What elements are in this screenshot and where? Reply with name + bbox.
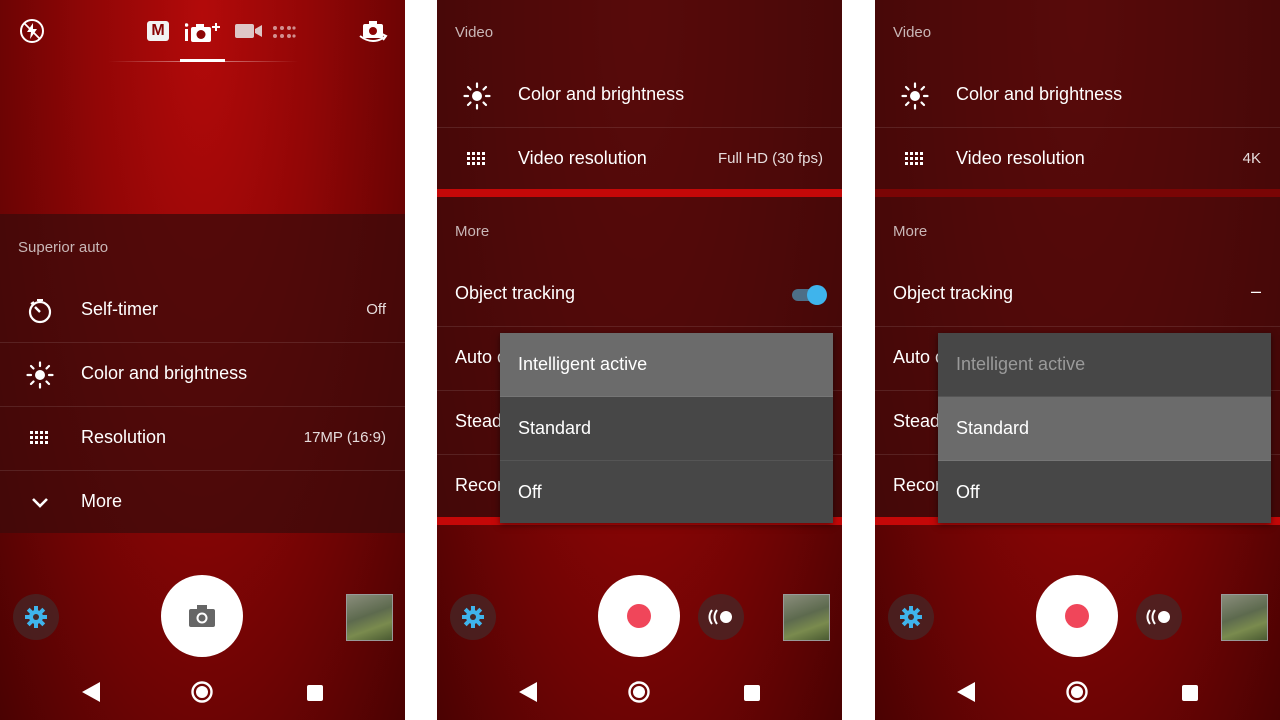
setting-label: More — [81, 491, 123, 511]
settings-sheet: Superior auto Self-timer Off Color and b… — [0, 214, 405, 533]
section-title-video: Video — [455, 24, 494, 41]
gear-icon — [900, 606, 922, 628]
setting-row-object-tracking[interactable]: Object tracking — [437, 262, 842, 327]
steadyshot-icon — [708, 609, 732, 625]
back-icon[interactable] — [955, 680, 977, 704]
setting-label: Stead — [455, 411, 503, 431]
object-tracking-toggle[interactable] — [790, 284, 828, 306]
setting-row-video-resolution[interactable]: Video resolution Full HD (30 fps) — [437, 127, 842, 191]
setting-value: – — [1250, 281, 1261, 301]
gear-icon — [25, 606, 47, 628]
active-mode-underline — [180, 59, 225, 62]
setting-label: Auto c — [893, 347, 945, 367]
brightness-icon — [26, 361, 54, 389]
setting-label: Self-timer — [81, 299, 159, 319]
superior-auto-camera-icon[interactable] — [185, 20, 223, 44]
home-icon[interactable] — [190, 680, 214, 704]
section-title-more: More — [455, 223, 490, 240]
setting-row-resolution[interactable]: Resolution 17MP (16:9) — [0, 406, 405, 471]
gallery-thumbnail[interactable] — [1221, 594, 1268, 641]
resolution-grid-icon — [30, 431, 48, 444]
video-mode-icon[interactable] — [235, 22, 263, 40]
steadyshot-icon — [1146, 609, 1170, 625]
photo-shutter-button[interactable] — [161, 575, 243, 657]
setting-row-object-tracking[interactable]: Object tracking – — [875, 262, 1280, 327]
setting-label: Auto c — [455, 347, 507, 367]
more-modes-icon[interactable] — [272, 24, 296, 40]
section-title: Superior auto — [18, 239, 109, 256]
video-settings-sheet: Video Color and brightness Video resolut… — [437, 0, 842, 189]
setting-label: Video resolution — [956, 148, 1085, 168]
section-divider — [437, 189, 842, 197]
setting-label: Color and brightness — [518, 84, 685, 104]
chevron-down-icon — [32, 498, 48, 508]
setting-label: Color and brightness — [956, 84, 1123, 104]
section-title-video: Video — [893, 24, 932, 41]
setting-row-video-resolution[interactable]: Video resolution 4K — [875, 127, 1280, 191]
resolution-grid-icon — [467, 152, 485, 165]
back-icon[interactable] — [517, 680, 539, 704]
record-button[interactable] — [598, 575, 680, 657]
gallery-thumbnail[interactable] — [346, 594, 393, 641]
setting-row-self-timer[interactable]: Self-timer Off — [0, 278, 405, 343]
camera-icon — [189, 605, 215, 627]
home-icon[interactable] — [627, 680, 651, 704]
option-off[interactable]: Off — [938, 461, 1271, 524]
brightness-icon — [463, 82, 491, 110]
recent-apps-icon[interactable] — [744, 685, 760, 701]
camera-panel-video-tracking-on: Video Color and brightness Video resolut… — [437, 0, 842, 720]
steadyshot-button[interactable] — [1136, 594, 1182, 640]
option-standard[interactable]: Standard — [500, 397, 833, 461]
setting-label: Stead — [893, 411, 941, 431]
camera-top-bar: M — [0, 0, 405, 66]
setting-value: Off — [366, 301, 386, 318]
gear-icon — [462, 606, 484, 628]
option-standard[interactable]: Standard — [938, 397, 1271, 461]
setting-row-more[interactable]: More — [0, 470, 405, 534]
setting-row-color-brightness[interactable]: Color and brightness — [437, 63, 842, 128]
gallery-thumbnail[interactable] — [783, 594, 830, 641]
self-timer-icon — [28, 299, 52, 324]
steadyshot-button[interactable] — [698, 594, 744, 640]
flash-off-icon[interactable] — [19, 18, 45, 44]
setting-row-color-brightness[interactable]: Color and brightness — [875, 63, 1280, 128]
setting-label: Resolution — [81, 427, 167, 447]
camera-panel-photo: M Superior auto Self-timer Off Color and… — [0, 0, 405, 720]
setting-value: 4K — [1242, 150, 1261, 167]
setting-value: 17MP (16:9) — [303, 429, 386, 446]
option-intelligent-active[interactable]: Intelligent active — [500, 333, 833, 397]
option-intelligent-active: Intelligent active — [938, 333, 1271, 397]
recent-apps-icon[interactable] — [1182, 685, 1198, 701]
setting-label: Video resolution — [518, 148, 647, 168]
section-title-more: More — [893, 223, 928, 240]
settings-button[interactable] — [450, 594, 496, 640]
manual-mode-icon[interactable]: M — [147, 21, 169, 41]
switch-camera-icon[interactable] — [358, 18, 388, 44]
brightness-icon — [901, 82, 929, 110]
video-settings-sheet: Video Color and brightness Video resolut… — [875, 0, 1280, 189]
dropdown-popup: Intelligent active Standard Off — [500, 333, 833, 523]
setting-label: Recor — [893, 475, 942, 495]
back-icon[interactable] — [80, 680, 102, 704]
resolution-grid-icon — [905, 152, 923, 165]
record-dot-icon — [1065, 604, 1089, 628]
record-button[interactable] — [1036, 575, 1118, 657]
dropdown-popup: Intelligent active Standard Off — [938, 333, 1271, 523]
setting-label: Color and brightness — [81, 363, 248, 383]
camera-panel-video-4k: Video Color and brightness Video resolut… — [875, 0, 1280, 720]
setting-label: Object tracking — [893, 283, 1014, 303]
settings-button[interactable] — [13, 594, 59, 640]
record-dot-icon — [627, 604, 651, 628]
setting-row-color-brightness[interactable]: Color and brightness — [0, 342, 405, 407]
home-icon[interactable] — [1065, 680, 1089, 704]
setting-label: Recor — [455, 475, 504, 495]
setting-label: Object tracking — [455, 283, 576, 303]
setting-value: Full HD (30 fps) — [717, 150, 823, 167]
recent-apps-icon[interactable] — [307, 685, 323, 701]
settings-button[interactable] — [888, 594, 934, 640]
option-off[interactable]: Off — [500, 461, 833, 524]
section-divider — [875, 189, 1280, 197]
